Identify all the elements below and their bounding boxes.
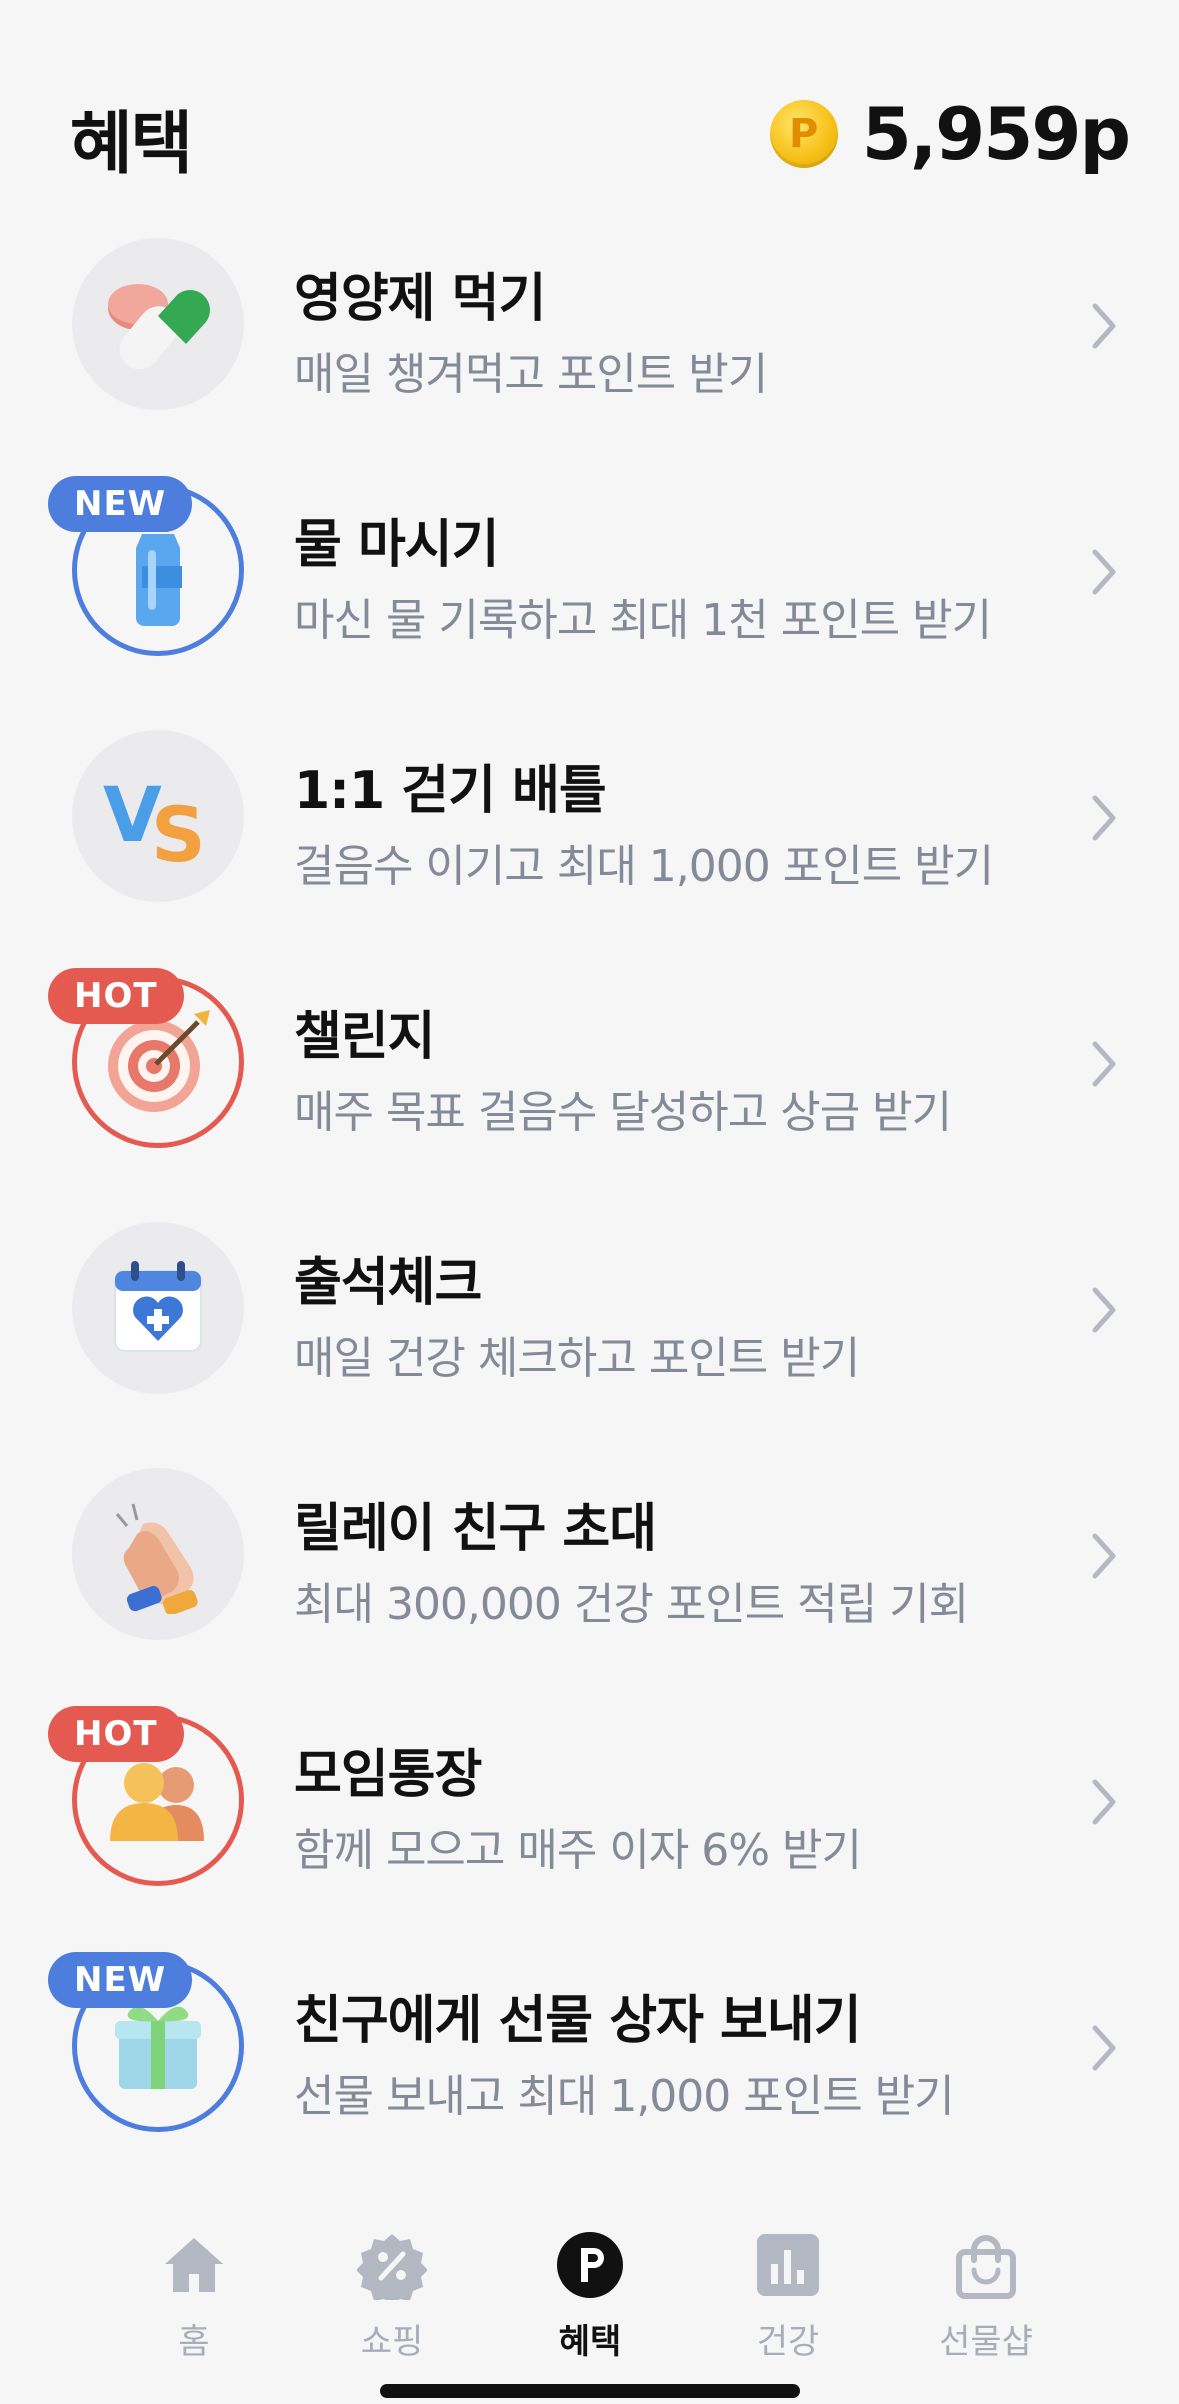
coin-icon: P [769, 100, 838, 168]
new-badge: NEW [48, 1952, 193, 2008]
tab-label: 선물샵 [939, 2322, 1033, 2362]
hot-badge: HOT [48, 968, 184, 1024]
chevron-right-icon [1092, 1779, 1116, 1825]
discount-icon [357, 2234, 427, 2300]
chart-icon [757, 2234, 819, 2296]
clapping-hands-icon [72, 1468, 244, 1640]
item-title: 1:1 걷기 배틀 [294, 761, 607, 821]
item-subtitle: 매일 챙겨먹고 포인트 받기 [294, 349, 768, 400]
new-badge: NEW [48, 476, 193, 532]
item-title: 출석체크 [294, 1253, 482, 1313]
list-item[interactable]: 릴레이 친구 초대 최대 300,000 건강 포인트 적립 기회 [0, 1460, 1179, 1706]
item-subtitle: 매일 건강 체크하고 포인트 받기 [294, 1333, 860, 1384]
chevron-right-icon [1092, 795, 1116, 841]
tab-health[interactable]: 건강 [718, 2230, 858, 2363]
benefit-list: 영양제 먹기 매일 챙겨먹고 포인트 받기 NEW 물 마시기 마신 물 기록하… [0, 230, 1179, 2198]
item-subtitle: 매주 목표 걸음수 달성하고 상금 받기 [294, 1087, 952, 1138]
list-item[interactable]: NEW 물 마시기 마신 물 기록하고 최대 1천 포인트 받기 [0, 476, 1179, 722]
item-title: 챌린지 [294, 1007, 436, 1067]
item-subtitle: 함께 모으고 매주 이자 6% 받기 [294, 1825, 862, 1876]
item-title: 모임통장 [294, 1745, 482, 1805]
shopping-bag-icon [956, 2235, 1016, 2299]
chevron-right-icon [1092, 303, 1116, 349]
tab-label: 혜택 [558, 2322, 622, 2362]
hot-badge: HOT [48, 1706, 184, 1762]
list-item[interactable]: 출석체크 매일 건강 체크하고 포인트 받기 [0, 1214, 1179, 1460]
chevron-right-icon [1092, 1533, 1116, 1579]
page-title: 혜택 [70, 105, 193, 184]
svg-text:S: S [151, 790, 206, 871]
chevron-right-icon [1092, 549, 1116, 595]
tab-benefits[interactable]: 혜택 [520, 2230, 660, 2363]
list-item[interactable]: HOT 챌린지 매주 목표 걸음수 달성하고 상금 받기 [0, 968, 1179, 1214]
list-item[interactable]: 영양제 먹기 매일 챙겨먹고 포인트 받기 [0, 230, 1179, 476]
pill-icon [72, 238, 244, 410]
tab-label: 건강 [756, 2322, 820, 2362]
item-title: 친구에게 선물 상자 보내기 [294, 1991, 862, 2051]
item-subtitle: 마신 물 기록하고 최대 1천 포인트 받기 [294, 595, 992, 646]
chevron-right-icon [1092, 1287, 1116, 1333]
home-indicator [380, 2384, 800, 2398]
tab-gift-shop[interactable]: 선물샵 [916, 2230, 1056, 2363]
tab-bar: 홈 쇼핑 혜택 건강 선물샵 [0, 2190, 1179, 2404]
tab-shopping[interactable]: 쇼핑 [322, 2230, 462, 2363]
item-title: 릴레이 친구 초대 [294, 1499, 657, 1559]
tab-label: 홈 [178, 2322, 210, 2362]
item-title: 영양제 먹기 [294, 269, 546, 329]
item-subtitle: 최대 300,000 건강 포인트 적립 기회 [294, 1579, 969, 1630]
list-item[interactable]: HOT 모임통장 함께 모으고 매주 이자 6% 받기 [0, 1706, 1179, 1952]
points-icon [557, 2232, 623, 2298]
tab-home[interactable]: 홈 [124, 2230, 264, 2363]
calendar-heart-icon [72, 1222, 244, 1394]
item-title: 물 마시기 [294, 515, 499, 575]
points-value: 5,959p [861, 92, 1131, 176]
list-item[interactable]: V S 1:1 걷기 배틀 걸음수 이기고 최대 1,000 포인트 받기 [0, 722, 1179, 968]
points-display[interactable]: P 5,959p [769, 92, 1131, 176]
item-subtitle: 선물 보내고 최대 1,000 포인트 받기 [294, 2071, 955, 2122]
list-item[interactable]: NEW 친구에게 선물 상자 보내기 선물 보내고 최대 1,000 포인트 받… [0, 1952, 1179, 2198]
item-subtitle: 걸음수 이기고 최대 1,000 포인트 받기 [294, 841, 994, 892]
chevron-right-icon [1092, 1041, 1116, 1087]
header: 혜택 P 5,959p [0, 0, 1179, 230]
chevron-right-icon [1092, 2025, 1116, 2071]
vs-icon: V S [72, 730, 244, 902]
home-icon [165, 2238, 223, 2292]
tab-label: 쇼핑 [360, 2322, 424, 2362]
